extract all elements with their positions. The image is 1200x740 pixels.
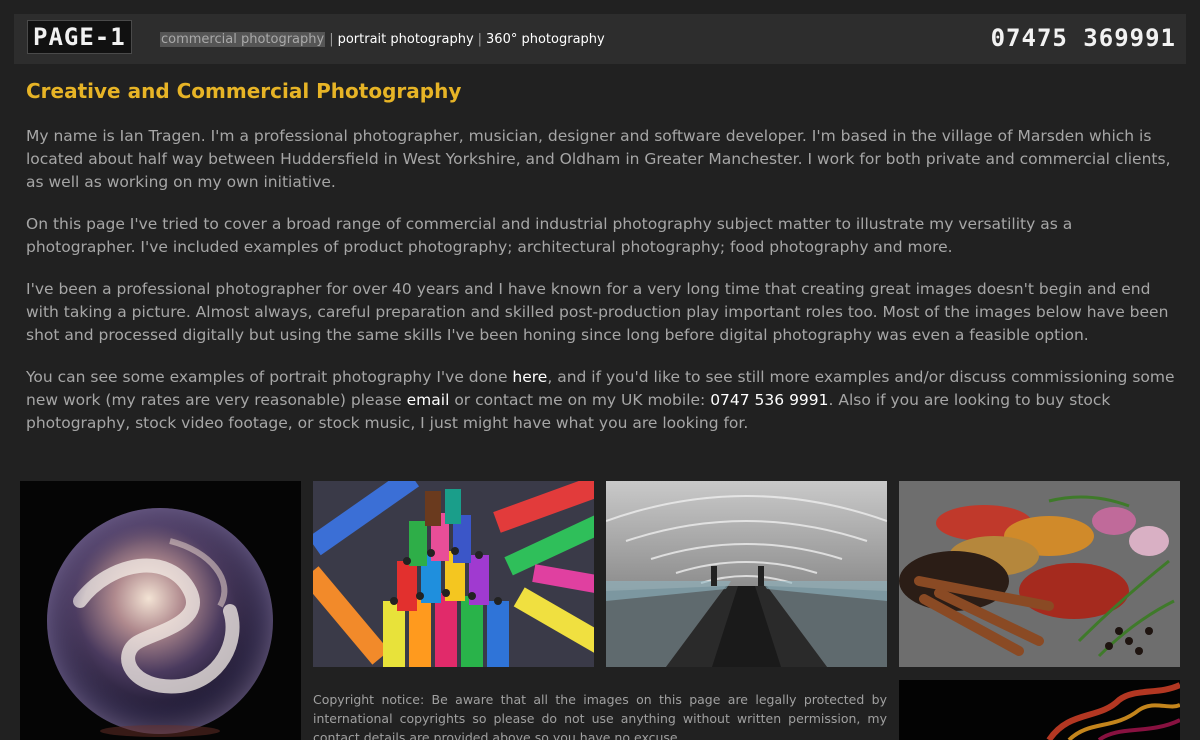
smoke-photo[interactable] [899, 680, 1180, 740]
site-logo[interactable]: PAGE-1 [27, 20, 132, 54]
main-nav: commercial photography | portrait photogra… [160, 31, 605, 49]
spices-photo[interactable] [899, 481, 1180, 667]
nav-portrait-photography[interactable]: portrait photography [338, 32, 474, 47]
copyright-notice: Copyright notice: Be aware that all the … [313, 692, 887, 740]
nav-separator: | [477, 32, 483, 47]
intro-paragraph-4: You can see some examples of portrait ph… [26, 366, 1176, 435]
intro-paragraph-3: I've been a professional photographer fo… [26, 280, 1169, 344]
portrait-examples-link[interactable]: here [512, 368, 547, 386]
intro-paragraph-1: My name is Ian Tragen. I'm a professiona… [26, 127, 1171, 191]
mobile-phone-link[interactable]: 0747 536 9991 [710, 391, 828, 409]
paragraph-text: You can see some examples of portrait ph… [26, 368, 513, 386]
intro-paragraph-2: On this page I've tried to cover a broad… [26, 215, 1073, 256]
nav-360-photography[interactable]: 360° photography [486, 32, 605, 47]
felt-tip-pens-photo[interactable] [313, 481, 594, 667]
glass-sphere-photo[interactable] [20, 481, 301, 740]
intro-text: My name is Ian Tragen. I'm a professiona… [26, 125, 1176, 454]
moving-walkway-tunnel-photo[interactable] [606, 481, 887, 667]
nav-separator: | [329, 32, 334, 47]
page: PAGE-1 commercial photography | portrait p… [0, 0, 1200, 740]
paragraph-text: or contact me on my UK mobile: [449, 391, 711, 409]
email-link[interactable]: email [407, 391, 450, 409]
header-phone-number: 07475 369991 [990, 24, 1176, 52]
page-title: Creative and Commercial Photography [26, 79, 462, 103]
header-bar: PAGE-1 commercial photography | portrait p… [14, 14, 1186, 64]
nav-commercial-photography[interactable]: commercial photography [160, 32, 326, 47]
